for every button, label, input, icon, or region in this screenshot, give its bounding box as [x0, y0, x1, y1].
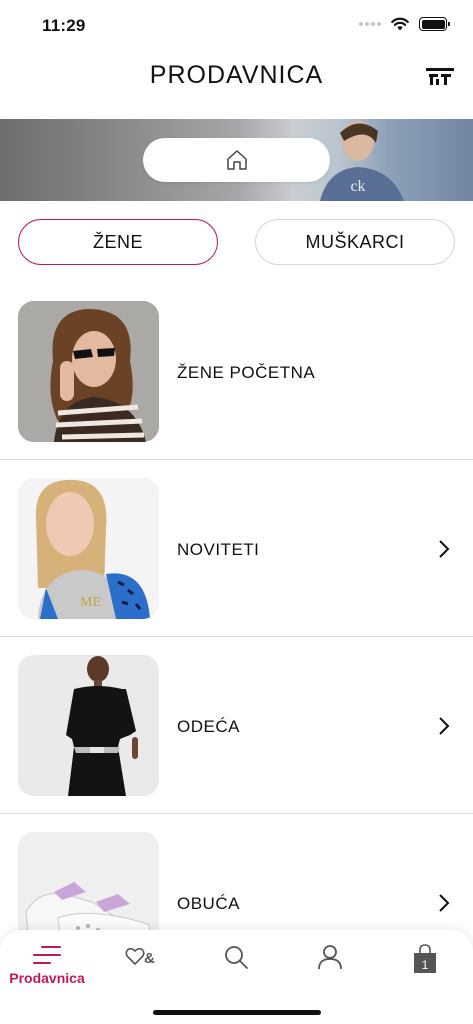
home-button[interactable]	[143, 138, 330, 182]
shopping-bag-icon: 1	[412, 944, 438, 974]
status-time: 11:29	[42, 16, 86, 35]
wishlist-icon: &	[125, 947, 155, 967]
tab-wishlist[interactable]: &	[97, 944, 187, 1004]
chevron-right-icon	[439, 717, 450, 735]
category-label: ŽENE POČETNA	[177, 363, 316, 382]
category-row-women-home[interactable]: ŽENE POČETNA	[0, 283, 473, 460]
menu-lines-icon	[33, 946, 61, 964]
svg-text:ck: ck	[350, 178, 365, 195]
status-icons	[359, 17, 450, 31]
chevron-right-icon	[439, 540, 450, 558]
brand-logo-icon[interactable]	[426, 67, 454, 85]
gender-tabs: ŽENE MUŠKARCI	[18, 219, 455, 266]
home-indicator	[153, 1010, 321, 1015]
tab-shop-label: Prodavnica	[9, 970, 85, 986]
signal-icon	[359, 22, 381, 26]
category-list: ŽENE POČETNA ME NOVITETI ODEĆA OBUĆA	[0, 283, 473, 991]
svg-text:&: &	[144, 950, 155, 967]
tab-women-label: ŽENE	[92, 231, 143, 252]
category-label: NOVITETI	[177, 540, 260, 559]
category-label: ODEĆA	[177, 717, 240, 736]
user-icon	[318, 945, 342, 970]
battery-icon	[419, 17, 450, 31]
tab-cart[interactable]: 1	[380, 944, 470, 1004]
header: PRODAVNICA	[0, 50, 473, 118]
category-row-clothing[interactable]: ODEĆA	[0, 637, 473, 814]
category-thumbnail	[18, 301, 159, 442]
cart-count-badge: 1	[421, 958, 429, 972]
tab-search[interactable]	[191, 944, 281, 1004]
tab-women[interactable]: ŽENE	[18, 219, 218, 265]
wifi-icon	[391, 17, 409, 31]
tab-account[interactable]	[285, 944, 375, 1004]
category-row-new-arrivals[interactable]: ME NOVITETI	[0, 460, 473, 637]
tab-shop[interactable]: Prodavnica	[2, 944, 92, 1004]
search-icon	[225, 946, 248, 969]
category-thumbnail: ME	[18, 478, 159, 619]
category-label: OBUĆA	[177, 894, 240, 913]
chevron-right-icon	[439, 894, 450, 912]
tab-men[interactable]: MUŠKARCI	[255, 219, 455, 265]
tab-men-label: MUŠKARCI	[305, 231, 405, 252]
svg-text:ME: ME	[80, 595, 101, 610]
status-bar: 11:29	[0, 0, 473, 50]
home-icon	[226, 150, 247, 170]
category-thumbnail	[18, 655, 159, 796]
page-title: PRODAVNICA	[149, 61, 324, 89]
